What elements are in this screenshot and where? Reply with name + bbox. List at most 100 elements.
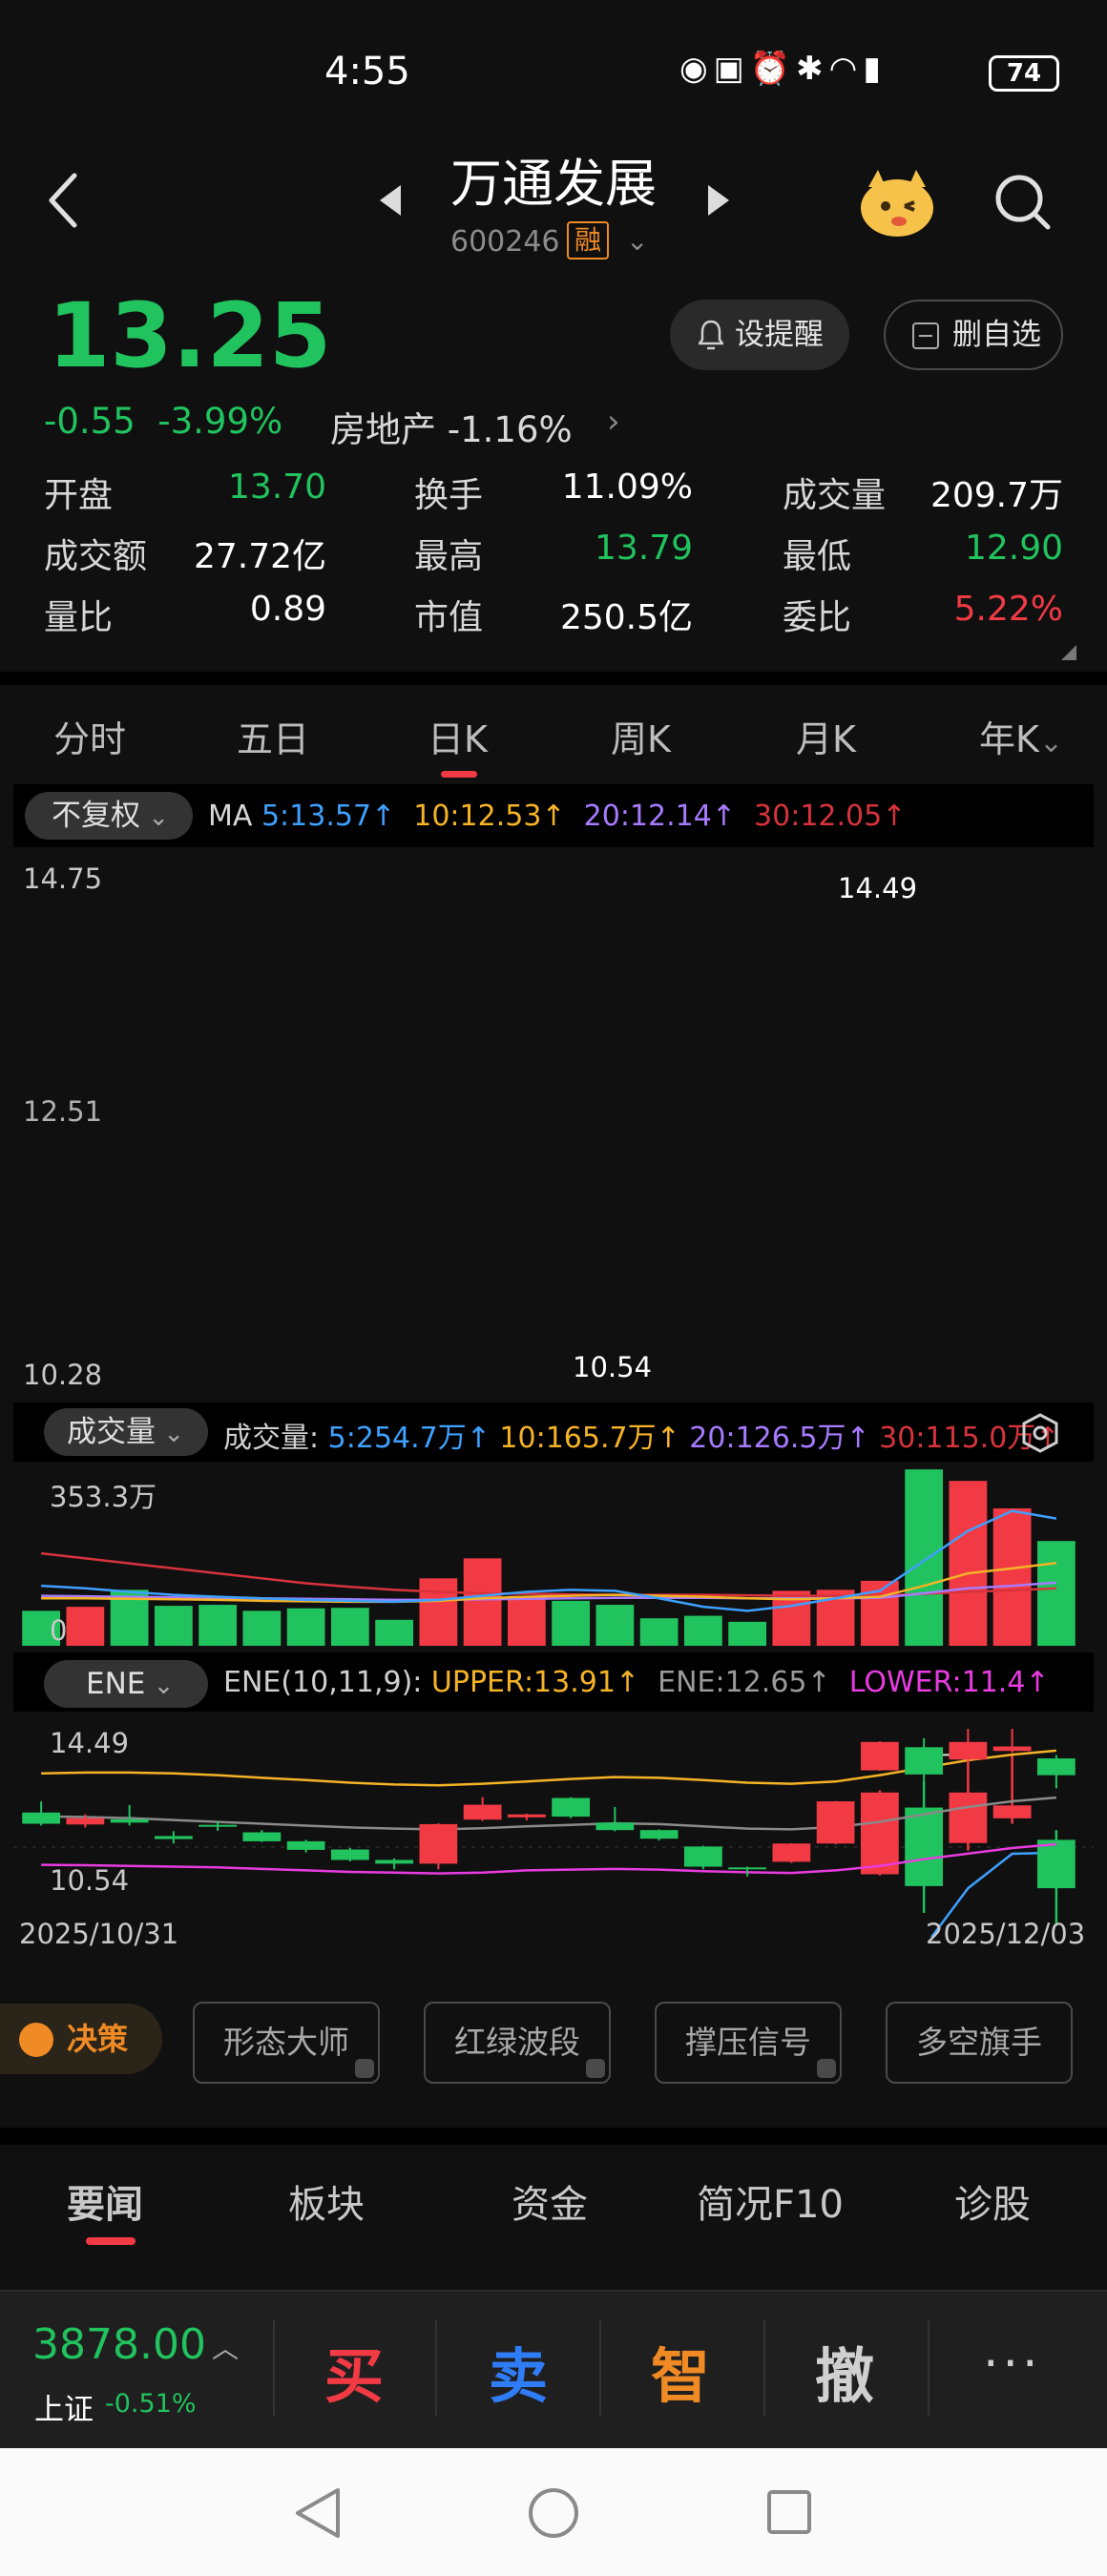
ma-legend: MA 5:13.57↑ 10:12.53↑ 20:12.14↑ 30:12.05… [208,800,906,833]
volume-bar [242,1610,282,1646]
bell-icon [699,320,723,350]
tool-support-resistance[interactable]: 撑压信号 [655,2002,842,2084]
tab-daily-k[interactable]: 日K [428,710,488,762]
index-name: 上证 [34,2393,94,2427]
remove-watchlist-label: 删自选 [952,318,1041,352]
indicator-select-volume[interactable]: 成交量 ⌄ [44,1408,208,1456]
volume-bar [463,1558,502,1646]
tool-bull-bear-flag[interactable]: 多空旗手 [886,2002,1073,2084]
margin-badge: 融 [567,221,609,260]
price-change: -0.55 -3.99% [44,401,282,442]
chevron-down-icon: ⌄ [140,803,170,832]
smart-trade-button[interactable]: 智 [651,2328,710,2414]
ene-candle-body [728,1867,767,1870]
ene-candle-body [772,1843,811,1862]
set-alert-button[interactable]: 设提醒 [670,300,849,370]
ene-candle-body [419,1823,458,1864]
volume-bar [992,1508,1032,1646]
nav-recents-icon[interactable] [765,2488,813,2536]
market-cap-value: 250.5亿 [559,598,693,637]
ene-candle-body [860,1741,899,1771]
low-marker-label: 10.54 [573,1351,653,1383]
trade-bar [0,2290,1107,2448]
volume-select-label: 成交量 [67,1415,156,1449]
sector-link[interactable]: 房地产 -1.16% [330,401,573,452]
tab-active-indicator [441,771,477,778]
tab-f10[interactable]: 简况F10 [697,2173,844,2229]
ene-axis-bottom: 10.54 [50,1864,130,1897]
candle-body [949,1792,988,1843]
tab-news[interactable]: 要闻 [67,2173,143,2229]
ene-candle-body [286,1840,325,1850]
next-stock-arrow[interactable] [706,183,731,218]
commit-ratio-value: 5.22% [953,590,1063,629]
ene-candle-body [507,1814,546,1818]
tab-five-day[interactable]: 五日 [237,710,309,762]
index-percent: -0.51% [105,2389,197,2419]
expand-corner-icon[interactable] [1061,645,1076,660]
ene-legend-prefix: ENE(10,11,9): [223,1666,423,1699]
tool-pattern-master[interactable]: 形态大师 [193,2002,380,2084]
trade-separator [928,2320,929,2416]
chevron-right-icon[interactable]: › [607,403,620,441]
tab-weekly-k[interactable]: 周K [611,710,671,762]
buy-button[interactable]: 买 [324,2328,384,2414]
ene-candle-body [375,1859,414,1864]
ma5-value: 5:13.57↑ [261,800,396,833]
open-label: 开盘 [44,476,114,515]
ene-select-label: ENE [86,1667,146,1701]
ene-candle-body [22,1812,61,1824]
trade-separator [435,2320,437,2416]
volume-axis-max: 353.3万 [50,1481,157,1513]
hexagon-settings-icon[interactable] [1019,1412,1061,1454]
nav-back-icon[interactable] [292,2486,344,2540]
volume-bar [286,1608,325,1646]
bluetooth-icon: ✱ [796,50,829,88]
tool-red-green-band[interactable]: 红绿波段 [424,2002,611,2084]
volume-ratio-value: 0.89 [249,590,326,629]
more-button[interactable]: ··· [983,2336,1042,2393]
volume-legend-prefix: 成交量: [223,1422,320,1455]
volume-bar [552,1600,591,1646]
tab-sector[interactable]: 板块 [288,2173,365,2229]
chevron-up-icon[interactable]: ︿ [212,2328,239,2366]
ene-upper-line [41,1749,1056,1787]
mascot-icon[interactable] [857,168,937,239]
tab-fund[interactable]: 资金 [512,2173,588,2229]
amount-value: 27.72亿 [193,537,326,576]
adjust-type-select[interactable]: 不复权 ⌄ [25,792,193,840]
ene-candle-body [816,1801,855,1844]
kline-chart[interactable] [0,849,1107,1937]
indicator-select-ene[interactable]: ENE ⌄ [44,1660,208,1708]
remove-watchlist-button[interactable]: 删自选 [884,300,1063,370]
minus-box-icon [912,322,939,349]
sell-button[interactable]: 卖 [489,2328,548,2414]
search-icon[interactable] [992,172,1054,233]
back-button[interactable] [46,172,84,229]
ene-mid: ENE:12.65↑ [658,1666,831,1699]
ene-mid-line [41,1796,1056,1831]
status-time: 4:55 [324,50,410,93]
turnover-value: 11.09% [561,467,693,507]
date-end: 2025/12/03 [926,1918,1086,1950]
current-price: 13.25 [48,284,332,388]
candle-body [992,1805,1032,1818]
trade-separator [763,2320,765,2416]
chevron-down-icon[interactable]: ⌄ [626,225,648,257]
ene-candle-body [905,1747,944,1775]
candle-body [1036,1839,1076,1889]
vol-ma5: 5:254.7万↑ [327,1422,491,1455]
index-value[interactable]: 3878.00 [32,2320,206,2369]
volume-bar [198,1605,238,1646]
tool-label: 多空旗手 [916,2024,1042,2061]
tab-diagnosis[interactable]: 诊股 [954,2173,1031,2229]
price-axis-bottom: 10.28 [23,1359,103,1391]
ene-legend: ENE(10,11,9): UPPER:13.91↑ ENE:12.65↑ LO… [223,1666,1050,1699]
tab-yearly-k[interactable]: 年K⌄ [979,710,1063,762]
ene-candle-body [992,1746,1032,1752]
cancel-order-button[interactable]: 撤 [815,2328,874,2414]
prev-stock-arrow[interactable] [378,183,403,218]
tab-monthly-k[interactable]: 月K [796,710,856,762]
nav-home-icon[interactable] [527,2486,580,2540]
tab-intraday[interactable]: 分时 [53,710,126,762]
